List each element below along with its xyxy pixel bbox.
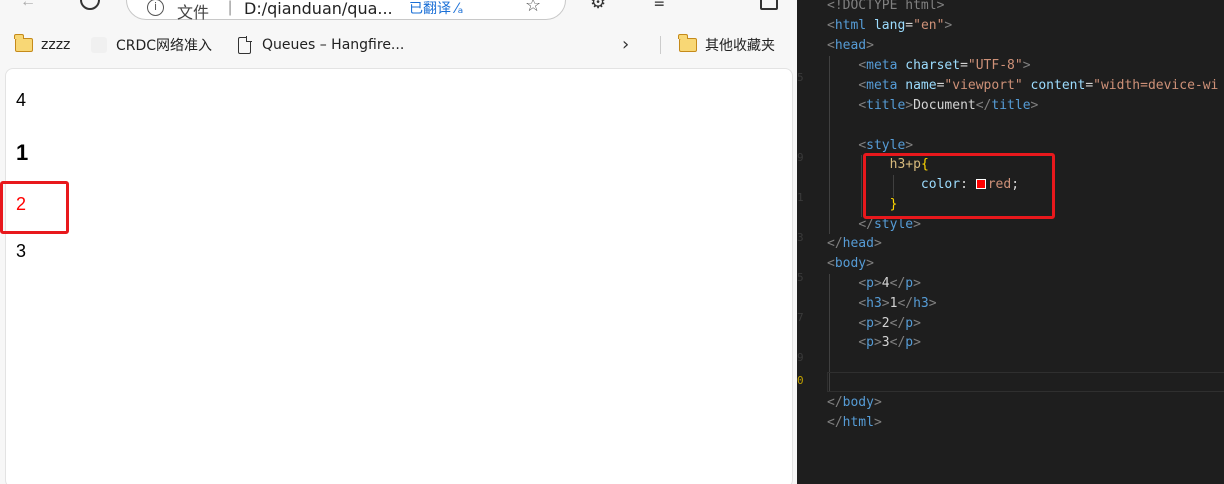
other-bookmarks-folder[interactable]: 其他收藏夹: [678, 29, 775, 61]
code-line-doctype: <!DOCTYPE html>: [827, 0, 944, 16]
line-number: 9: [797, 351, 804, 364]
line-number: 5: [797, 71, 804, 84]
code-title-text: Document: [913, 98, 976, 113]
page-icon: [91, 37, 107, 53]
code-line-meta-viewport: <meta name="viewport" content="width=dev…: [858, 78, 1219, 93]
tab-actions-icon[interactable]: [760, 0, 778, 10]
document-icon: [238, 35, 252, 54]
browser-toolbar: ← i 文件 | D:/qianduan/qua... 已翻译 ⁄ₐ ☆ ⚙ ≡…: [0, 0, 798, 28]
folder-icon: [678, 34, 697, 52]
line-number: 3: [797, 231, 804, 244]
bookmark-label: zzzz: [41, 37, 71, 53]
code-line-p-4: <p>4</p>: [858, 276, 921, 291]
code-meta-content: width=device-wi: [1100, 78, 1219, 93]
line-number: 9: [797, 151, 804, 164]
code-line-meta-charset: <meta charset="UTF-8">: [858, 58, 1031, 73]
paragraph-4: 4: [16, 90, 27, 110]
code-doctype: <!DOCTYPE html>: [827, 0, 945, 13]
file-protocol-label: 文件: [177, 3, 210, 22]
code-line-p-2: <p>2</p>: [858, 316, 921, 331]
code-p-text: 3: [881, 335, 890, 350]
bookmark-hangfire[interactable]: Queues – Hangfire...: [238, 29, 404, 61]
bookmark-crdc[interactable]: CRDC网络准入: [91, 29, 212, 61]
heading-1: 1: [16, 140, 29, 165]
code-meta-name: viewport: [952, 78, 1015, 93]
highlight-box-css-rule: [863, 153, 1055, 219]
info-icon[interactable]: i: [147, 0, 164, 16]
translate-indicator[interactable]: 已翻译 ⁄ₐ: [409, 0, 463, 18]
line-number: 7: [797, 311, 804, 324]
refresh-icon[interactable]: [80, 0, 100, 10]
code-line-html-close: </html>: [827, 415, 882, 430]
code-editor: 5 9 1 3 5 7 9 0 <!DOCTYPE html> <html la…: [797, 0, 1224, 484]
address-separator: |: [228, 0, 233, 16]
code-line-body-close: </body>: [827, 395, 882, 410]
bookmark-label: CRDC网络准入: [116, 38, 213, 54]
code-p-text: 2: [881, 316, 890, 331]
code-meta-charset: UTF-8: [975, 58, 1015, 73]
bookmark-label: Queues – Hangfire...: [262, 37, 405, 53]
bookmarks-bar: zzzz CRDC网络准入 Queues – Hangfire... › 其他收…: [0, 29, 798, 61]
favorite-star-icon[interactable]: ☆: [525, 0, 541, 16]
code-line-head-close: </head>: [827, 236, 882, 251]
code-html-lang: en: [920, 18, 937, 33]
page-viewport: 4 1 2 3: [5, 68, 793, 484]
more-menu-icon[interactable]: ···: [708, 0, 726, 7]
code-line-html-open: <html lang="en">: [827, 18, 953, 33]
bookmarks-divider: [660, 36, 661, 54]
browser-window: ← i 文件 | D:/qianduan/qua... 已翻译 ⁄ₐ ☆ ⚙ ≡…: [0, 0, 798, 484]
line-number: 5: [797, 271, 804, 284]
code-line-body-open: <body>: [827, 256, 874, 271]
url-text[interactable]: D:/qianduan/qua...: [244, 0, 393, 18]
paragraph-3: 3: [16, 241, 27, 261]
translate-icon: ⁄ₐ: [455, 1, 464, 17]
line-number: 1: [797, 191, 804, 204]
current-line-highlight: [827, 372, 1224, 392]
extensions-icon[interactable]: ⚙: [590, 0, 606, 11]
chevron-right-icon[interactable]: ›: [622, 34, 629, 55]
address-bar[interactable]: i 文件 | D:/qianduan/qua... 已翻译 ⁄ₐ ☆: [126, 0, 566, 22]
code-line-p-3: <p>3</p>: [858, 335, 921, 350]
bookmark-zzzz[interactable]: zzzz: [14, 29, 71, 61]
line-number: 0: [797, 374, 804, 387]
highlight-box-output: [0, 181, 69, 234]
other-bookmarks-label: 其他收藏夹: [705, 38, 775, 54]
code-p-text: 4: [881, 276, 890, 291]
favorites-list-icon[interactable]: ≡: [654, 0, 665, 11]
code-line-head-open: <head>: [827, 38, 874, 53]
translate-label: 已翻译: [409, 1, 451, 17]
code-line-title: <title>Document</title>: [858, 98, 1039, 113]
code-line-h3-1: <h3>1</h3>: [858, 296, 937, 311]
folder-icon: [14, 34, 33, 52]
back-arrow-icon[interactable]: ←: [20, 0, 36, 10]
